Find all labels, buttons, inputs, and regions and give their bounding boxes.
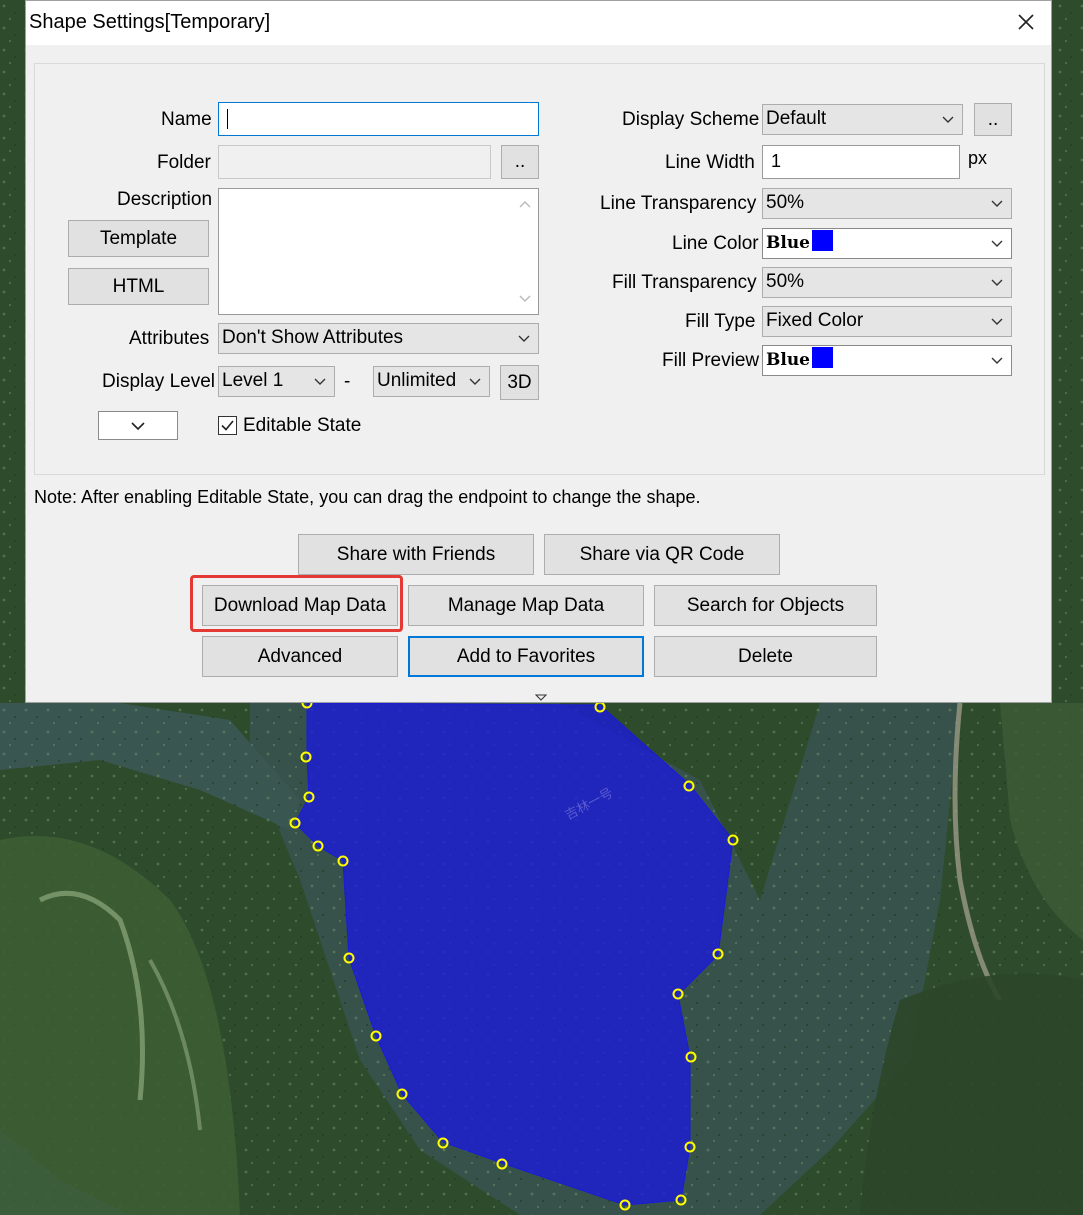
line-width-input[interactable]: 1 [762, 145, 960, 179]
chevron-down-icon [314, 378, 326, 385]
fill-type-select[interactable]: Fixed Color [762, 306, 1012, 337]
display-scheme-label: Display Scheme [622, 109, 760, 130]
line-width-label: Line Width [665, 152, 755, 173]
level-from-select[interactable]: Level 1 [218, 366, 335, 397]
scroll-up-icon[interactable] [518, 199, 532, 209]
fill-preview-label: Fill Preview [662, 350, 760, 371]
display-level-label: Display Level [102, 371, 215, 392]
close-icon[interactable] [1013, 9, 1039, 35]
line-color-swatch [812, 230, 834, 251]
chevron-down-icon [991, 200, 1003, 207]
fill-type-label: Fill Type [685, 311, 756, 332]
search-objects-button[interactable]: Search for Objects [654, 585, 877, 626]
line-transparency-label: Line Transparency [600, 193, 757, 214]
level-from-value: Level 1 [222, 370, 284, 391]
fill-preview-select[interactable]: Blue [762, 345, 1012, 376]
description-textarea[interactable] [218, 188, 539, 315]
editable-label[interactable]: Editable State [243, 415, 361, 437]
display-scheme-select[interactable]: Default [762, 104, 963, 135]
line-color-value: Blue [766, 233, 811, 253]
line-color-select[interactable]: Blue [762, 228, 1012, 259]
expand-dropdown-button[interactable] [98, 411, 178, 440]
line-color-label: Line Color [672, 233, 759, 254]
advanced-button[interactable]: Advanced [202, 636, 398, 677]
note-text: Note: After enabling Editable State, you… [34, 487, 701, 507]
chevron-down-icon [991, 279, 1003, 286]
share-friends-button[interactable]: Share with Friends [298, 534, 534, 575]
fill-preview-value: Blue [766, 350, 811, 370]
chevron-down-icon [991, 318, 1003, 325]
chevron-down-icon [131, 421, 145, 430]
shape-settings-dialog: Shape Settings[Temporary] Name Folder ..… [25, 0, 1052, 703]
attributes-label: Attributes [129, 328, 210, 349]
chevron-down-icon [942, 116, 954, 123]
delete-button[interactable]: Delete [654, 636, 877, 677]
window-title: Shape Settings[Temporary] [29, 11, 271, 33]
highlight-box [190, 575, 403, 632]
checkmark-icon [221, 420, 234, 431]
scheme-browse-button[interactable]: .. [974, 103, 1012, 136]
title-bar: Shape Settings[Temporary] [26, 1, 1051, 45]
display-scheme-value: Default [766, 108, 827, 129]
fill-transparency-label: Fill Transparency [612, 272, 757, 293]
name-label: Name [161, 109, 212, 130]
level-separator: - [344, 371, 351, 392]
template-button[interactable]: Template [68, 220, 209, 257]
resize-grip-icon[interactable] [535, 694, 547, 702]
share-qr-button[interactable]: Share via QR Code [544, 534, 780, 575]
line-transparency-select[interactable]: 50% [762, 188, 1012, 219]
add-favorites-button[interactable]: Add to Favorites [408, 636, 644, 677]
fill-type-value: Fixed Color [766, 310, 864, 331]
scroll-down-icon[interactable] [518, 294, 532, 304]
folder-input[interactable] [218, 145, 491, 179]
attributes-value: Don't Show Attributes [222, 327, 404, 348]
folder-browse-button[interactable]: .. [501, 145, 539, 179]
fill-transparency-value: 50% [766, 271, 805, 292]
text-cursor [227, 109, 228, 129]
chevron-down-icon [518, 335, 530, 342]
level-to-select[interactable]: Unlimited [373, 366, 490, 397]
line-width-value: 1 [771, 151, 782, 171]
line-width-unit: px [968, 148, 988, 168]
3d-button[interactable]: 3D [500, 365, 539, 400]
folder-label: Folder [157, 152, 211, 173]
fill-transparency-select[interactable]: 50% [762, 267, 1012, 298]
attributes-select[interactable]: Don't Show Attributes [218, 323, 539, 354]
manage-map-data-button[interactable]: Manage Map Data [408, 585, 644, 626]
chevron-down-icon [991, 357, 1003, 364]
level-to-value: Unlimited [377, 370, 457, 391]
fill-preview-swatch [812, 347, 834, 368]
editable-checkbox[interactable] [218, 416, 237, 435]
chevron-down-icon [991, 240, 1003, 247]
description-label: Description [117, 189, 213, 210]
chevron-down-icon [469, 378, 481, 385]
name-input[interactable] [218, 102, 539, 136]
line-transparency-value: 50% [766, 192, 805, 213]
html-button[interactable]: HTML [68, 268, 209, 305]
